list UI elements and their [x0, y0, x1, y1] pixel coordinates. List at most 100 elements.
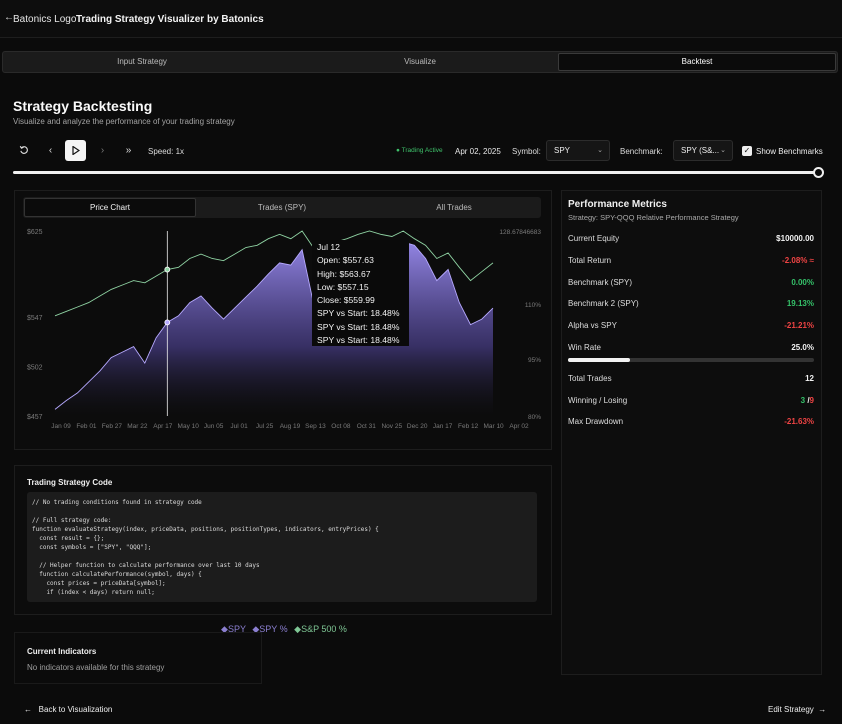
x-tick-label: Aug 19 [280, 423, 301, 430]
tooltip-open: Open: $557.63 [317, 255, 374, 266]
arrow-right-icon: → [818, 705, 827, 714]
y-tick-label: $457 [27, 414, 43, 421]
tooltip-low: Low: $557.15 [317, 281, 369, 292]
code-line: const symbols = ["SPY", "QQQ"]; [32, 544, 152, 551]
chart-tooltip: Jul 12 Open: $557.63 High: $563.67 Low: … [312, 240, 409, 346]
show-benchmarks-checkbox[interactable]: ✓ [742, 146, 752, 156]
metric-label: Current Equity [568, 234, 620, 243]
win-rate-bar-fill [568, 358, 630, 362]
x-tick-label: Mar 10 [483, 423, 504, 430]
price-chart[interactable]: $625 $547 $502 $457 128.67846683 110% 95% 80% Ja… [27, 226, 545, 431]
code-line: const prices = priceData[symbol]; [32, 580, 166, 587]
code-line: const result = {}; [32, 535, 105, 542]
fast-forward-icon[interactable]: » [118, 140, 139, 161]
metric-row: Winning / Losing 3 /9 [568, 396, 814, 408]
x-tick-label: Feb 01 [76, 423, 97, 430]
y-tick-label: $625 [27, 229, 43, 236]
tab-input-strategy[interactable]: Input Strategy [3, 52, 281, 72]
code-line: // No trading conditions found in strate… [32, 499, 202, 506]
code-block[interactable]: // No trading conditions found in strate… [27, 492, 537, 602]
x-tick-label: Jan 09 [51, 423, 71, 430]
tooltip-return: SPY vs Start: 18.48% [317, 321, 400, 332]
benchmark-select[interactable]: SPY (S&... ⌄ [673, 140, 733, 161]
edit-strategy-button[interactable]: Edit Strategy → [768, 705, 826, 714]
x-tick-label: Mar 22 [127, 423, 148, 430]
y2-tick-label: 128.67846683 [499, 229, 541, 236]
back-label: Back to Visualization [38, 705, 113, 714]
metric-value: 3 /9 [801, 396, 814, 405]
play-button[interactable] [65, 140, 86, 161]
x-tick-label: Oct 31 [357, 423, 377, 430]
y-tick-label: $547 [27, 315, 43, 322]
tooltip-close: Close: $559.99 [317, 295, 375, 306]
reset-button[interactable] [13, 140, 34, 161]
metric-label: Win Rate [568, 343, 601, 352]
edit-label: Edit Strategy [768, 705, 814, 714]
metric-value: 25.0% [791, 343, 814, 352]
timeline-slider-track[interactable] [13, 171, 819, 174]
metric-row: Win Rate 25.0% [568, 343, 814, 355]
app-title: Trading Strategy Visualizer by Batonics [76, 14, 264, 25]
page-subtitle: Visualize and analyze the performance of… [13, 117, 235, 126]
metric-losing: 9 [809, 396, 814, 405]
metric-value: $10000.00 [776, 234, 814, 243]
chart-tabs: Price Chart Trades (SPY) All Trades [23, 197, 541, 218]
chevron-right-icon[interactable]: › [92, 140, 113, 161]
metric-row: Current Equity $10000.00 [568, 234, 814, 246]
legend-sp500[interactable]: ◆S&P 500 % [294, 624, 347, 634]
logo[interactable]: Batonics Logo [13, 14, 76, 25]
metrics-strategy: Strategy: SPY-QQQ Relative Performance S… [568, 213, 739, 222]
x-tick-label: Sep 13 [305, 423, 326, 430]
x-tick-label: May 10 [178, 423, 200, 430]
back-to-visualization-button[interactable]: ← Back to Visualization [24, 705, 112, 714]
x-tick-label: Nov 25 [381, 423, 402, 430]
timeline-slider-handle[interactable] [813, 167, 824, 178]
x-tick-label: Dec 20 [407, 423, 428, 430]
code-title: Trading Strategy Code [27, 478, 113, 487]
tab-trades-spy[interactable]: Trades (SPY) [196, 197, 368, 218]
metric-row: Benchmark 2 (SPY) 19.13% [568, 299, 814, 311]
x-tick-label: Feb 27 [102, 423, 123, 430]
page-title: Strategy Backtesting [13, 98, 153, 114]
indicators-empty: No indicators available for this strateg… [27, 663, 165, 672]
metric-label: Benchmark 2 (SPY) [568, 299, 639, 308]
tab-visualize[interactable]: Visualize [281, 52, 559, 72]
metric-label: Winning / Losing [568, 396, 628, 405]
x-tick-label: Jan 17 [433, 423, 453, 430]
y2-tick-label: 80% [528, 414, 541, 421]
metric-row: Total Trades 12 [568, 374, 814, 386]
metric-value: -21.63% [784, 417, 814, 426]
metric-value: 12 [805, 374, 814, 383]
tab-backtest[interactable]: Backtest [558, 53, 836, 71]
chevron-left-icon[interactable]: ‹ [40, 140, 61, 161]
show-benchmarks-label[interactable]: Show Benchmarks [756, 147, 823, 156]
tab-all-trades[interactable]: All Trades [368, 197, 540, 218]
indicators-panel [14, 632, 262, 684]
x-tick-label: Jun 05 [204, 423, 224, 430]
metric-value: -21.21% [784, 321, 814, 330]
metric-label: Total Return [568, 256, 612, 265]
status-text: Trading Active [401, 147, 443, 154]
metric-value: 0.00% [791, 278, 814, 287]
code-line: // Full strategy code: [32, 517, 112, 524]
symbol-value: SPY [554, 146, 571, 155]
tooltip-return: SPY vs Start: 18.48% [317, 308, 400, 319]
status-badge: ● Trading Active [396, 147, 443, 154]
symbol-label: Symbol: [512, 147, 541, 156]
x-tick-label: Feb 12 [458, 423, 479, 430]
current-date: Apr 02, 2025 [455, 147, 501, 156]
tooltip-return: SPY vs Start: 18.48% [317, 335, 400, 346]
metric-row: Alpha vs SPY -21.21% [568, 321, 814, 333]
y2-tick-label: 110% [525, 302, 541, 309]
symbol-select[interactable]: SPY ⌄ [546, 140, 610, 161]
chevron-down-icon: ⌄ [597, 147, 603, 154]
speed-control[interactable]: Speed: 1x [148, 147, 184, 156]
main-tabs: Input Strategy Visualize Backtest [2, 51, 838, 73]
rotate-ccw-icon [19, 145, 28, 154]
tab-price-chart[interactable]: Price Chart [24, 198, 196, 217]
code-line: // Helper function to calculate performa… [32, 562, 260, 569]
cursor-point-sp500 [164, 266, 171, 273]
chevron-down-icon: ⌄ [720, 147, 726, 154]
